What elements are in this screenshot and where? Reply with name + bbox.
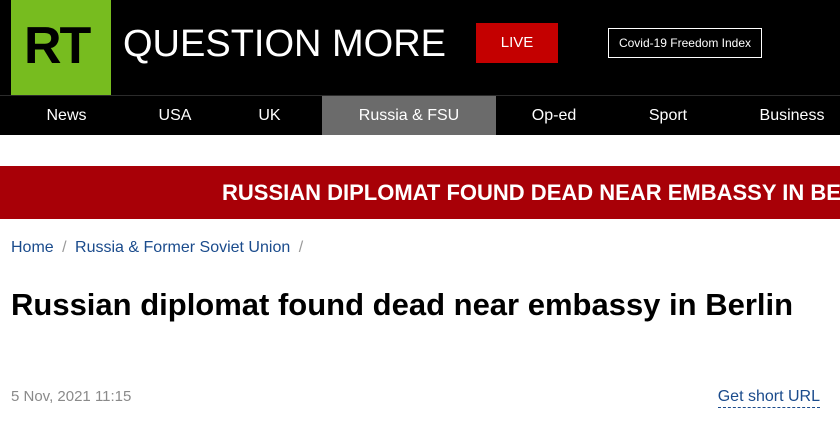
banner-text: RUSSIAN DIPLOMAT FOUND DEAD NEAR EMBASSY… xyxy=(222,180,840,205)
nav-item-usa[interactable]: USA xyxy=(133,96,217,135)
nav-item-news[interactable]: News xyxy=(0,96,133,135)
get-short-url-link[interactable]: Get short URL xyxy=(717,387,820,408)
nav-item-business[interactable]: Business xyxy=(724,96,840,135)
breaking-banner[interactable]: RUSSIAN DIPLOMAT FOUND DEAD NEAR EMBASSY… xyxy=(0,166,840,219)
rt-logo[interactable]: RT xyxy=(11,0,111,95)
logo-text: RT xyxy=(24,17,91,75)
nav-item-russia-fsu[interactable]: Russia & FSU xyxy=(322,96,496,135)
site-header: RT QUESTION MORE LIVE Covid-19 Freedom I… xyxy=(0,0,840,95)
live-button[interactable]: LIVE xyxy=(476,23,558,63)
nav-item-uk[interactable]: UK xyxy=(217,96,322,135)
covid-freedom-index-link[interactable]: Covid-19 Freedom Index xyxy=(608,28,762,58)
nav-item-sport[interactable]: Sport xyxy=(612,96,724,135)
main-nav: News USA UK Russia & FSU Op-ed Sport Bus… xyxy=(0,95,840,135)
breadcrumb-separator: / xyxy=(62,239,67,256)
nav-item-op-ed[interactable]: Op-ed xyxy=(496,96,612,135)
article-title: Russian diplomat found dead near embassy… xyxy=(11,287,794,322)
breadcrumb: Home / Russia & Former Soviet Union / xyxy=(11,238,307,258)
breadcrumb-russia-fsu[interactable]: Russia & Former Soviet Union xyxy=(75,239,290,256)
breadcrumb-home[interactable]: Home xyxy=(11,239,54,256)
tagline: QUESTION MORE xyxy=(123,23,447,65)
breadcrumb-separator: / xyxy=(298,239,304,256)
article-date: 5 Nov, 2021 11:15 xyxy=(11,388,132,405)
